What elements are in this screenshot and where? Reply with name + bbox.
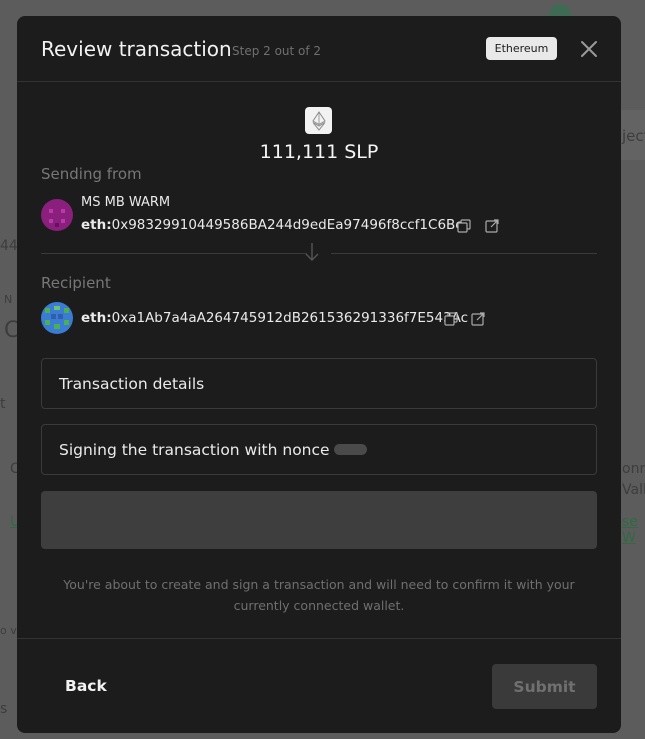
copy-icon bbox=[457, 219, 471, 233]
step-indicator: Step 2 out of 2 bbox=[232, 44, 322, 58]
confirmation-note: You're about to create and sign a transa… bbox=[63, 577, 575, 613]
background-text: ject bbox=[622, 127, 645, 145]
loading-placeholder bbox=[41, 491, 597, 549]
background-text: t bbox=[0, 396, 6, 412]
footer-divider bbox=[17, 638, 621, 639]
background-text: s bbox=[0, 701, 8, 717]
close-icon bbox=[581, 41, 597, 57]
background-text: o v bbox=[0, 624, 17, 637]
external-link-icon bbox=[471, 312, 485, 326]
transfer-amount: 111,111 SLP bbox=[259, 141, 379, 163]
sending-from-label: Sending from bbox=[41, 165, 142, 183]
recipient-avatar bbox=[41, 302, 73, 334]
background-link: se W bbox=[622, 514, 638, 546]
submit-button[interactable]: Submit bbox=[492, 664, 597, 709]
sender-avatar bbox=[41, 199, 73, 231]
sender-address: eth:0x98329910449586BA244d9edEa97496f8cc… bbox=[81, 217, 464, 233]
arrow-down-icon bbox=[304, 241, 320, 263]
copy-icon bbox=[444, 312, 458, 326]
background-text: 44 bbox=[0, 238, 18, 254]
background-text: N bbox=[4, 293, 13, 306]
modal-title: Review transaction bbox=[41, 37, 232, 61]
sender-address-value: 0x98329910449586BA244d9edEa97496f8ccf1C6… bbox=[111, 217, 464, 233]
copy-recipient-button[interactable] bbox=[444, 311, 458, 326]
recipient-label: Recipient bbox=[41, 274, 111, 292]
sender-account-name: MS MB WARM bbox=[81, 195, 171, 210]
nonce-panel: Signing the transaction with nonce bbox=[41, 424, 597, 475]
open-recipient-explorer-button[interactable] bbox=[471, 311, 485, 326]
external-link-icon bbox=[485, 219, 499, 233]
network-badge: Ethereum bbox=[486, 37, 557, 60]
recipient-address-value: 0xa1Ab7a4aA264745912dB261536291336f7E543… bbox=[111, 310, 469, 326]
back-button[interactable]: Back bbox=[65, 677, 107, 695]
nonce-loading-placeholder bbox=[333, 444, 367, 455]
nonce-label: Signing the transaction with nonce bbox=[59, 440, 330, 459]
transaction-details-panel[interactable]: Transaction details bbox=[41, 358, 597, 409]
modal-header: Review transaction Step 2 out of 2 Ether… bbox=[17, 16, 621, 82]
ethereum-icon bbox=[311, 110, 326, 131]
close-button[interactable] bbox=[577, 37, 601, 61]
background-text: Valle bbox=[622, 482, 645, 498]
open-sender-explorer-button[interactable] bbox=[485, 218, 499, 233]
transaction-details-label: Transaction details bbox=[59, 374, 205, 393]
address-prefix: eth: bbox=[81, 310, 112, 326]
review-transaction-modal: Review transaction Step 2 out of 2 Ether… bbox=[17, 16, 621, 733]
token-logo bbox=[305, 107, 332, 134]
address-prefix: eth: bbox=[81, 217, 112, 233]
background-text: onn bbox=[622, 461, 645, 477]
recipient-address: eth:0xa1Ab7a4aA264745912dB261536291336f7… bbox=[81, 310, 468, 326]
copy-sender-button[interactable] bbox=[457, 218, 471, 233]
